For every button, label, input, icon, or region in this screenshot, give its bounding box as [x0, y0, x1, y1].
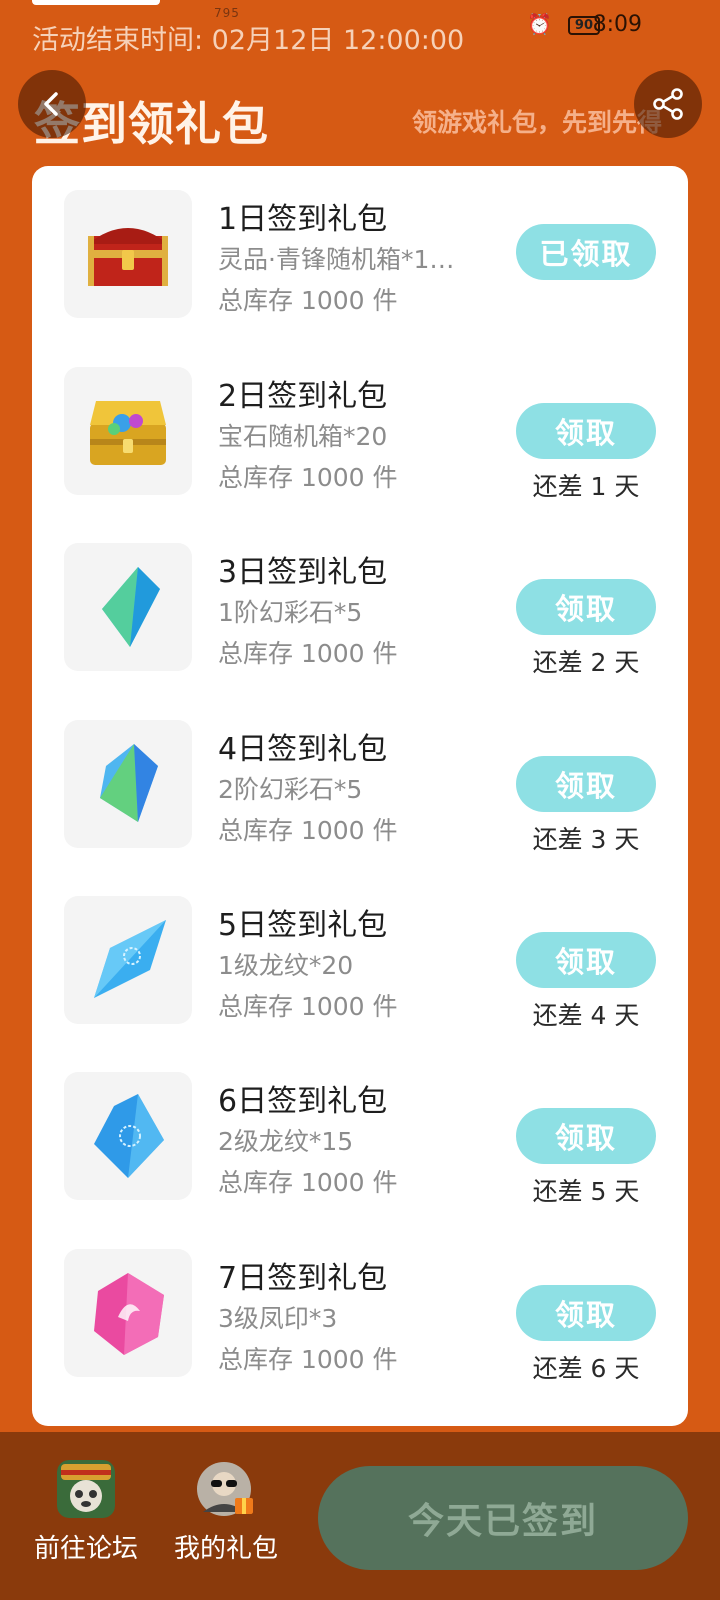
share-button[interactable]: [634, 70, 702, 138]
days-left: 还差 5 天: [532, 1177, 640, 1206]
claim-button[interactable]: 领取: [516, 756, 656, 812]
gift-stock: 总库存 1000 件: [218, 639, 398, 668]
gift-description: 3级凤印*3: [218, 1304, 338, 1333]
gift-row-day-5: 5日签到礼包 1级龙纹*20 总库存 1000 件 领取 还差 4 天: [32, 872, 688, 1030]
phoenix-seal-icon: [64, 1249, 192, 1377]
gift-description: 1阶幻彩石*5: [218, 598, 363, 627]
signed-in-today-button[interactable]: 今天已签到: [318, 1466, 688, 1570]
gift-stock: 总库存 1000 件: [218, 286, 398, 315]
days-left: 还差 1 天: [532, 472, 640, 501]
user-avatar-icon: [197, 1462, 253, 1516]
gift-title: 4日签到礼包: [218, 732, 388, 767]
gift-row-day-1: 1日签到礼包 灵品·青锋随机箱*1… 总库存 1000 件 已领取: [32, 166, 688, 318]
days-left: 还差 2 天: [532, 648, 640, 677]
claim-button[interactable]: 领取: [516, 932, 656, 988]
claim-button[interactable]: 领取: [516, 403, 656, 459]
alarm-icon: ⏰: [527, 12, 552, 36]
clock: 8:09: [592, 12, 642, 37]
gift-title: 3日签到礼包: [218, 555, 388, 590]
gift-title: 6日签到礼包: [218, 1084, 388, 1119]
gift-stock: 总库存 1000 件: [218, 816, 398, 845]
gift-list: 1日签到礼包 灵品·青锋随机箱*1… 总库存 1000 件 已领取 2日签到礼包…: [32, 166, 688, 1426]
my-gifts-label: 我的礼包: [173, 1534, 278, 1564]
claim-button[interactable]: 领取: [516, 579, 656, 635]
gift-title: 2日签到礼包: [218, 379, 388, 414]
crystal-icon: [64, 543, 192, 671]
gift-stock: 总库存 1000 件: [218, 1168, 398, 1197]
red-chest-icon: [64, 190, 192, 318]
dragon-pattern-icon: [64, 1072, 192, 1200]
days-left: 还差 4 天: [532, 1001, 640, 1030]
claim-button[interactable]: 领取: [516, 1108, 656, 1164]
days-left: 还差 3 天: [532, 825, 640, 854]
gift-stock: 总库存 1000 件: [218, 463, 398, 492]
chevron-left-icon: [44, 92, 58, 116]
gold-chest-icon: [64, 367, 192, 495]
forum-label: 前往论坛: [33, 1534, 138, 1564]
gift-description: 2阶幻彩石*5: [218, 775, 363, 804]
gift-description: 灵品·青锋随机箱*1…: [218, 245, 455, 274]
gift-description: 2级龙纹*15: [218, 1127, 354, 1156]
bottom-bar: 前往论坛 我的礼包 今天已签到: [0, 1432, 720, 1600]
forum-avatar-icon: [57, 1460, 115, 1518]
gift-stock: 总库存 1000 件: [218, 992, 398, 1021]
my-gifts-link[interactable]: 我的礼包: [166, 1460, 286, 1565]
claimed-button[interactable]: 已领取: [516, 224, 656, 280]
days-left: 还差 6 天: [532, 1354, 640, 1383]
gift-row-day-2: 2日签到礼包 宝石随机箱*20 总库存 1000 件 领取 还差 1 天: [32, 343, 688, 501]
dragon-pattern-icon: [64, 896, 192, 1024]
crystal-icon: [64, 720, 192, 848]
gift-title: 7日签到礼包: [218, 1261, 388, 1296]
forum-link[interactable]: 前往论坛: [26, 1460, 146, 1565]
gift-row-day-7: 7日签到礼包 3级凤印*3 总库存 1000 件 领取 还差 6 天: [32, 1225, 688, 1383]
gift-row-day-3: 3日签到礼包 1阶幻彩石*5 总库存 1000 件 领取 还差 2 天: [32, 519, 688, 677]
share-icon: [653, 88, 683, 120]
gift-description: 1级龙纹*20: [218, 951, 354, 980]
status-bar-indicator: [32, 0, 160, 5]
gift-title: 5日签到礼包: [218, 908, 388, 943]
gift-title: 1日签到礼包: [218, 202, 388, 237]
gift-stock: 总库存 1000 件: [218, 1345, 398, 1374]
gift-row-day-6: 6日签到礼包 2级龙纹*15 总库存 1000 件 领取 还差 5 天: [32, 1048, 688, 1206]
gift-description: 宝石随机箱*20: [218, 422, 388, 451]
gift-row-day-4: 4日签到礼包 2阶幻彩石*5 总库存 1000 件 领取 还差 3 天: [32, 696, 688, 854]
back-button[interactable]: [18, 70, 86, 138]
claim-button[interactable]: 领取: [516, 1285, 656, 1341]
event-end-time: 活动结束时间: 02月12日 12:00:00: [32, 25, 465, 56]
